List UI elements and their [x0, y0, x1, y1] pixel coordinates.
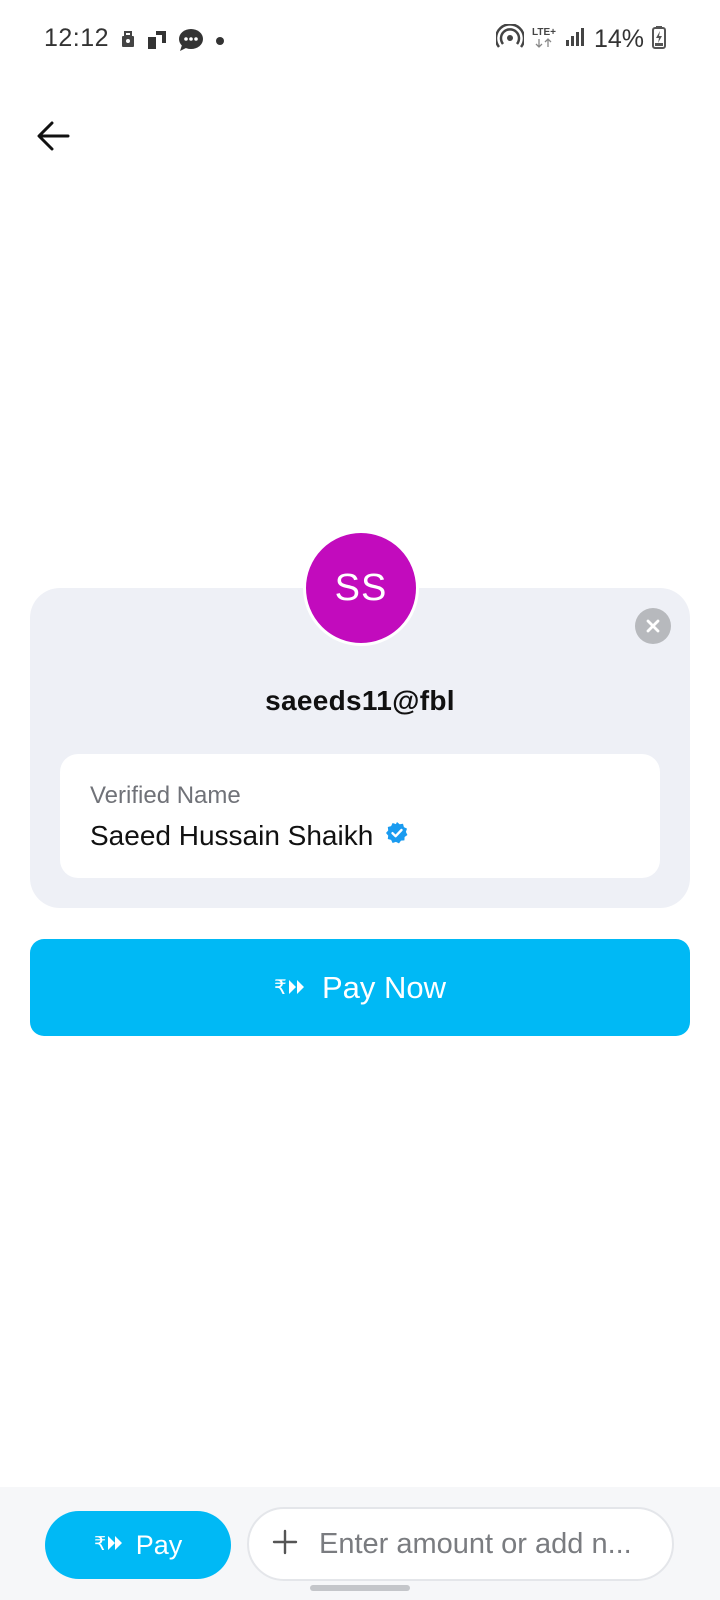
verified-badge-icon: [385, 820, 409, 852]
avatar-initials: SS: [334, 566, 388, 609]
notification-app-icon: [120, 31, 136, 54]
status-time: 12:12: [44, 24, 110, 52]
verified-name-row: Saeed Hussain Shaikh: [90, 820, 409, 852]
svg-text:₹: ₹: [94, 1533, 106, 1554]
amount-input[interactable]: Enter amount or add n...: [247, 1507, 674, 1581]
verified-name-label: Verified Name: [90, 782, 241, 809]
verified-name-box: Verified Name Saeed Hussain Shaikh: [60, 754, 660, 878]
pay-now-label: Pay Now: [321, 969, 447, 1005]
close-icon: [646, 619, 660, 633]
battery-charging-icon: [652, 25, 666, 54]
screen: 12:12 LTE+ 14% SS saeeds11@fbl Verified …: [0, 0, 720, 1600]
notification-icons: [120, 28, 226, 57]
back-button[interactable]: [30, 112, 78, 160]
hotspot-icon: [494, 23, 526, 55]
amount-placeholder: Enter amount or add n...: [319, 1527, 632, 1560]
close-button[interactable]: [635, 608, 671, 644]
pay-button[interactable]: ₹ Pay: [45, 1511, 231, 1579]
home-indicator[interactable]: [310, 1585, 410, 1591]
notification-square-icon: [146, 29, 168, 56]
upi-id: saeeds11@fbl: [265, 685, 455, 716]
pay-now-button[interactable]: ₹ Pay Now: [30, 939, 690, 1036]
verified-name: Saeed Hussain Shaikh: [90, 820, 374, 851]
plus-icon: [271, 1528, 299, 1561]
more-notifications-dot-icon: [214, 34, 226, 52]
status-right: LTE+ 14%: [494, 23, 666, 55]
network-type: LTE+: [532, 28, 556, 51]
rupee-pay-icon: ₹: [274, 970, 308, 1006]
network-type-label: LTE+: [531, 27, 556, 38]
svg-text:₹: ₹: [274, 976, 287, 998]
back-arrow-icon: [37, 121, 70, 151]
rupee-pay-icon: ₹: [94, 1530, 126, 1561]
battery-level: 14%: [593, 25, 644, 53]
avatar: SS: [303, 530, 419, 646]
pay-label: Pay: [135, 1529, 183, 1560]
signal-icon: [564, 26, 586, 53]
status-bar: 12:12 LTE+ 14%: [0, 0, 720, 80]
message-icon: [178, 28, 204, 57]
